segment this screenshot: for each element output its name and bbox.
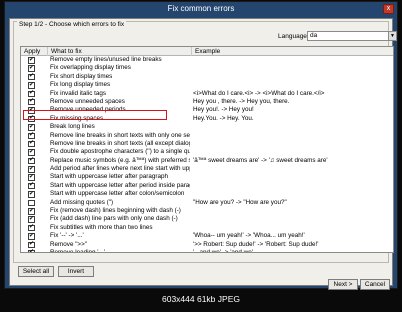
example-cell: <i>What do I care.<i> -> <i>What do I ca… (193, 89, 325, 97)
table-row[interactable]: Fix (remove dash) lines beginning with d… (21, 207, 393, 215)
table-header: Apply What to fix Example (21, 47, 393, 56)
table-row[interactable]: Fix long display times (21, 81, 393, 89)
apply-checkbox[interactable] (28, 215, 35, 223)
apply-checkbox[interactable] (28, 140, 35, 148)
step-title: Step 1/2 - Choose which errors to fix (17, 21, 127, 28)
what-to-fix-cell: Fix (add dash) line pars with only one d… (50, 215, 178, 223)
what-to-fix-cell: Remove unneeded spaces (50, 97, 125, 105)
what-to-fix-cell: Start with uppercase letter after colon/… (50, 190, 185, 198)
select-all-button[interactable]: Select all (18, 266, 54, 277)
what-to-fix-cell: Fix double apostrophe characters ('') to… (50, 148, 190, 156)
apply-checkbox[interactable] (28, 232, 35, 240)
table-row[interactable]: Add period after lines where next line s… (21, 165, 393, 173)
table-row[interactable]: Start with uppercase letter after period… (21, 181, 393, 190)
example-cell: Hey you , there. -> Hey you, there. (193, 97, 290, 105)
what-to-fix-cell: Break long lines (50, 123, 95, 131)
language-select[interactable]: da ▼ (307, 31, 397, 41)
what-to-fix-cell: Remove empty lines/unused line breaks (50, 56, 162, 63)
invert-button[interactable]: Invert (58, 266, 94, 277)
apply-checkbox[interactable] (28, 249, 35, 252)
table-row[interactable]: Fix short display times (21, 72, 393, 81)
apply-checkbox[interactable] (28, 165, 35, 173)
example-cell: 'â™ª sweet dreams are' -> '♫ sweet dream… (193, 156, 328, 164)
chevron-down-icon[interactable]: ▼ (388, 32, 396, 40)
example-cell: '...and we' -> 'and we' (193, 248, 253, 253)
table-row[interactable]: Break long lines (21, 123, 393, 131)
what-to-fix-cell: Fix long display times (50, 81, 111, 89)
apply-checkbox[interactable] (28, 81, 35, 89)
table-row[interactable]: Fix double apostrophe characters ('') to… (21, 148, 393, 156)
table-row[interactable]: Remove unneeded spaces Hey you , there. -… (21, 98, 393, 106)
apply-checkbox[interactable] (28, 131, 35, 140)
apply-checkbox[interactable] (28, 207, 35, 215)
table-row[interactable]: Replace music symbols (e.g. â™ª) with pr… (21, 156, 393, 165)
table-row[interactable]: Remove ">>" '>> Robert: Sup dude!' -> 'Ro… (21, 240, 393, 249)
table-row[interactable]: Remove line breaks in short texts with o… (21, 131, 393, 140)
table-row[interactable]: Remove line breaks in short texts (all e… (21, 140, 393, 148)
column-header-apply[interactable]: Apply (21, 47, 48, 56)
apply-checkbox[interactable] (28, 156, 35, 165)
what-to-fix-cell: Remove leading '...' (50, 248, 105, 253)
table-row[interactable]: Fix subtitles with more than two lines (21, 223, 393, 232)
next-button[interactable]: Next > (328, 279, 358, 290)
table-row[interactable]: Start with uppercase letter after colon/… (21, 190, 393, 198)
apply-checkbox[interactable] (28, 123, 35, 131)
close-button[interactable]: x (383, 4, 394, 14)
table-row[interactable]: Fix '--' -> '...' 'Whoa-- um yeah!' -> 'W… (21, 232, 393, 240)
what-to-fix-cell: Remove ">>" (50, 240, 88, 248)
apply-checkbox[interactable] (28, 190, 35, 198)
fix-errors-table: Apply What to fix Example Remove empty l… (20, 46, 394, 253)
what-to-fix-cell: Replace music symbols (e.g. â™ª) with pr… (50, 156, 190, 164)
image-caption: 603x444 61kb JPEG (162, 294, 240, 304)
what-to-fix-cell: Fix subtitles with more than two lines (50, 223, 153, 231)
example-cell: Hey you!. -> Hey you! (193, 106, 254, 114)
language-value: da (310, 32, 318, 39)
table-row[interactable]: Add missing quotes (") "How are you? -> "… (21, 199, 393, 207)
what-to-fix-cell: Start with uppercase letter after paragr… (50, 173, 168, 181)
language-label: Language (278, 33, 307, 40)
dialog-window: Fix common errors x Step 1/2 - Choose wh… (4, 1, 398, 290)
what-to-fix-cell: Fix '--' -> '...' (50, 232, 84, 240)
what-to-fix-cell: Remove line breaks in short texts with o… (50, 131, 190, 139)
apply-checkbox[interactable] (28, 89, 35, 98)
what-to-fix-cell: Fix overlapping display times (50, 64, 131, 72)
highlight-box (23, 110, 167, 120)
table-body: Remove empty lines/unused line breaksFix… (21, 56, 393, 253)
what-to-fix-cell: Remove line breaks in short texts (all e… (50, 139, 190, 147)
example-cell: 'Whoa-- um yeah!' -> 'Whoa... um yeah!' (193, 232, 305, 240)
cancel-button[interactable]: Cancel (360, 279, 390, 290)
apply-checkbox[interactable] (28, 240, 35, 249)
apply-checkbox[interactable] (28, 56, 35, 64)
example-cell: Hey.You. -> Hey. You. (193, 114, 254, 122)
column-header-what[interactable]: What to fix (48, 47, 192, 56)
what-to-fix-cell: Fix short display times (50, 72, 113, 80)
column-header-example[interactable]: Example (192, 47, 393, 56)
apply-checkbox[interactable] (28, 181, 35, 190)
what-to-fix-cell: Add missing quotes (") (50, 198, 114, 206)
example-cell: "How are you? -> "How are you?" (193, 198, 287, 206)
apply-checkbox[interactable] (28, 199, 35, 207)
window-title: Fix common errors (167, 4, 235, 13)
what-to-fix-cell: Start with uppercase letter after period… (50, 181, 190, 189)
table-row[interactable]: Fix invalid italic tags <i>What do I care… (21, 89, 393, 98)
apply-checkbox[interactable] (28, 64, 35, 72)
table-row[interactable]: Start with uppercase letter after paragr… (21, 173, 393, 181)
apply-checkbox[interactable] (28, 223, 35, 232)
apply-checkbox[interactable] (28, 148, 35, 156)
apply-checkbox[interactable] (28, 173, 35, 181)
example-cell: '>> Robert: Sup dude!' -> 'Robert: Sup d… (193, 240, 319, 248)
what-to-fix-cell: Fix invalid italic tags (50, 89, 106, 97)
table-row[interactable]: Fix overlapping display times (21, 64, 393, 72)
dialog-body: Step 1/2 - Choose which errors to fix La… (9, 18, 397, 290)
table-row[interactable]: Remove leading '...' '...and we' -> 'and … (21, 248, 393, 253)
apply-checkbox[interactable] (28, 98, 35, 106)
table-row[interactable]: Fix (add dash) line pars with only one d… (21, 215, 393, 223)
what-to-fix-cell: Add period after lines where next line s… (50, 165, 190, 173)
what-to-fix-cell: Fix (remove dash) lines beginning with d… (50, 207, 181, 215)
table-row[interactable]: Remove empty lines/unused line breaks (21, 56, 393, 64)
apply-checkbox[interactable] (28, 72, 35, 81)
